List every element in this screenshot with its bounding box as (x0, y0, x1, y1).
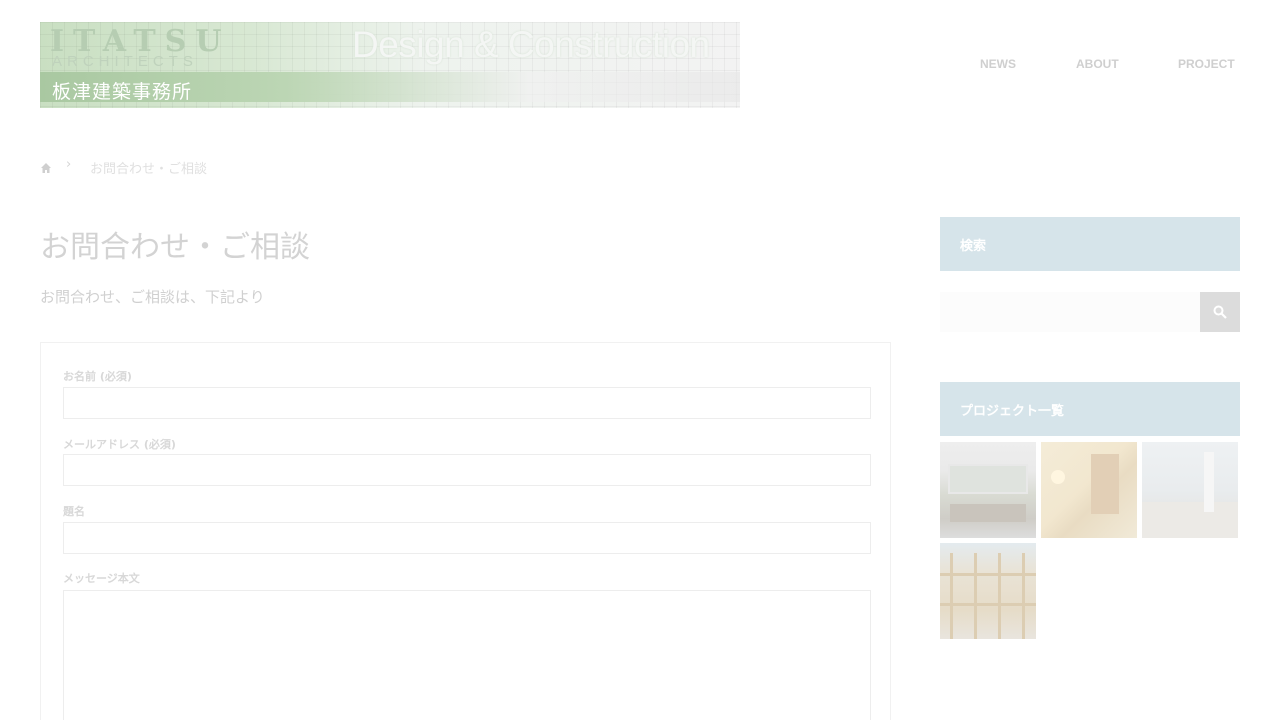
search-button[interactable] (1200, 292, 1240, 332)
breadcrumb-current: お問合わせ・ご相談 (90, 162, 208, 177)
search-input[interactable] (940, 292, 1200, 332)
message-textarea[interactable] (63, 590, 871, 720)
chevron-right-icon: › (66, 157, 72, 172)
nav-project[interactable]: PROJECT (1178, 57, 1235, 71)
home-icon[interactable] (40, 159, 52, 173)
message-label: メッセージ本文 (63, 572, 140, 585)
column-shape (1204, 452, 1214, 512)
page-description: お問合わせ、ご相談は、下記より (40, 288, 265, 306)
rail-shape (940, 573, 1036, 576)
email-field[interactable] (63, 454, 871, 486)
name-field[interactable] (63, 387, 871, 419)
subject-field[interactable] (63, 522, 871, 554)
beam-shape (998, 553, 1001, 639)
window-shape (948, 464, 1028, 494)
subject-label: 題名 (63, 505, 85, 518)
page-title: お問合わせ・ご相談 (40, 230, 310, 265)
project-thumb-3[interactable] (1142, 442, 1238, 538)
beam-shape (950, 553, 953, 639)
search-widget-title: 検索 (940, 217, 1240, 271)
project-thumb-4[interactable] (940, 543, 1036, 639)
projects-widget-title: プロジェクト一覧 (940, 382, 1240, 436)
email-label: メールアドレス (必須) (63, 438, 176, 451)
search-icon (1213, 305, 1227, 319)
nav-about[interactable]: ABOUT (1076, 57, 1119, 71)
floor-shape (1142, 502, 1238, 538)
site-logo-banner[interactable]: ITATSU ARCHITECTS 板津建築事務所 Design & Const… (40, 22, 740, 108)
logo-japanese-name: 板津建築事務所 (52, 81, 193, 103)
rail-shape (940, 603, 1036, 606)
nav-news[interactable]: NEWS (980, 57, 1016, 71)
name-label: お名前 (必須) (63, 370, 132, 383)
table-shape (950, 504, 1026, 522)
project-thumb-2[interactable] (1041, 442, 1137, 538)
project-thumb-1[interactable] (940, 442, 1036, 538)
contact-form: お名前 (必須) メールアドレス (必須) 題名 メッセージ本文 (40, 342, 891, 720)
beam-shape (1022, 553, 1025, 639)
beam-shape (974, 553, 977, 639)
logo-sub-text: ARCHITECTS (52, 53, 198, 70)
light-shape (1051, 470, 1065, 484)
shelf-shape (1091, 454, 1119, 514)
banner-tagline: Design & Construction (352, 24, 710, 65)
